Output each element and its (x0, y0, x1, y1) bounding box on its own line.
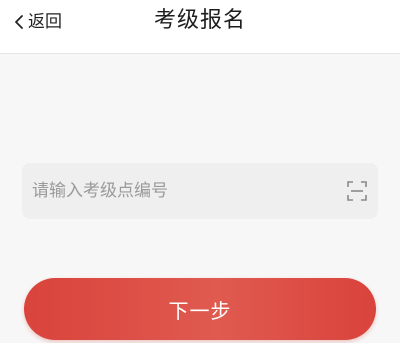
site-code-field (22, 163, 378, 219)
scan-icon[interactable] (346, 180, 368, 202)
page-title: 考级报名 (153, 8, 246, 33)
site-code-input[interactable] (32, 176, 346, 206)
next-step-label: 下一步 (168, 298, 232, 323)
header-bar: 返回 考级报名 (0, 0, 400, 54)
screen: 返回 考级报名 下一步 (0, 0, 400, 343)
next-step-button[interactable]: 下一步 (24, 278, 376, 340)
